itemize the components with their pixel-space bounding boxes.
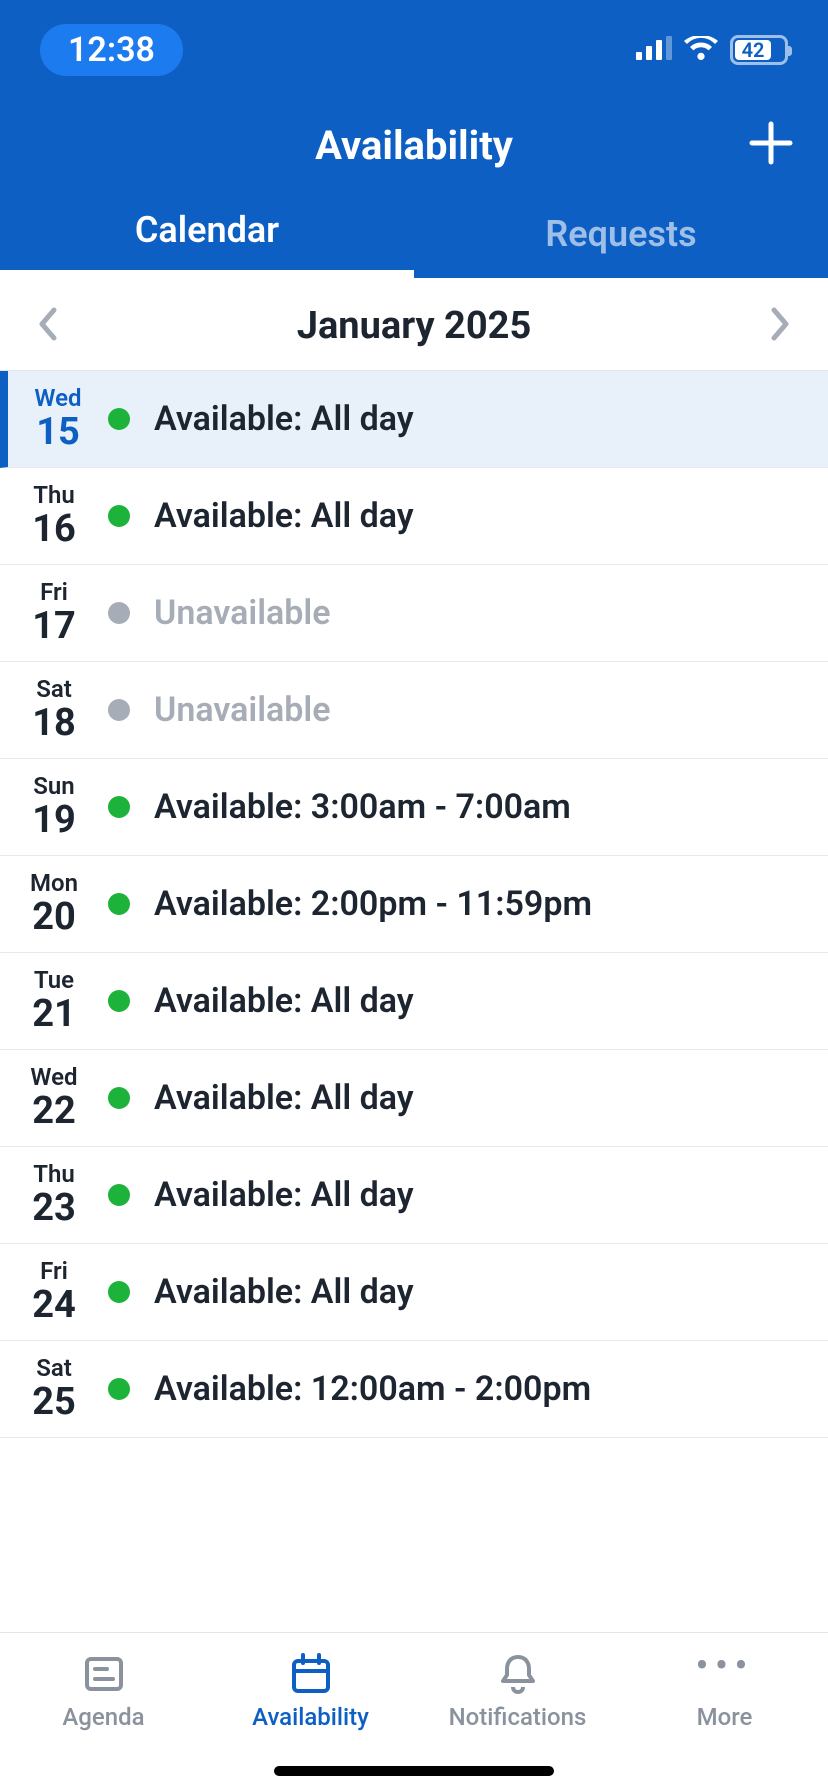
- availability-status: Available: All day: [154, 1078, 414, 1118]
- weekday-label: Mon: [30, 869, 78, 897]
- date-cell: Thu23: [0, 1160, 108, 1230]
- availability-status: Available: 3:00am - 7:00am: [154, 787, 571, 827]
- available-dot-icon: [108, 505, 130, 527]
- day-number: 15: [36, 412, 80, 454]
- availability-status: Available: All day: [154, 496, 414, 536]
- availability-status: Available: 2:00pm - 11:59pm: [154, 884, 592, 924]
- date-cell: Tue21: [0, 966, 108, 1036]
- day-number: 25: [32, 1382, 76, 1424]
- date-cell: Fri24: [0, 1257, 108, 1327]
- nav-agenda-label: Agenda: [62, 1703, 144, 1731]
- day-row[interactable]: Wed15 Available: All day: [0, 371, 828, 468]
- month-navigator: January 2025: [0, 278, 828, 371]
- nav-more-label: More: [697, 1703, 753, 1731]
- battery-level: 42: [735, 40, 771, 60]
- date-cell: Sun19: [0, 772, 108, 842]
- availability-status: Available: 12:00am - 2:00pm: [154, 1369, 591, 1409]
- weekday-label: Thu: [33, 481, 75, 509]
- app-header: Availability Calendar Requests: [0, 100, 828, 278]
- tab-calendar[interactable]: Calendar: [0, 190, 414, 278]
- day-row[interactable]: Thu23 Available: All day: [0, 1147, 828, 1244]
- day-row[interactable]: Sun19 Available: 3:00am - 7:00am: [0, 759, 828, 856]
- nav-agenda[interactable]: Agenda: [0, 1633, 207, 1792]
- day-number: 22: [32, 1091, 76, 1133]
- date-cell: Sat18: [0, 675, 108, 745]
- day-row[interactable]: Thu16 Available: All day: [0, 468, 828, 565]
- weekday-label: Fri: [40, 578, 68, 606]
- add-button[interactable]: [748, 120, 794, 170]
- next-month-button[interactable]: [766, 304, 794, 348]
- tab-bar: Calendar Requests: [0, 190, 828, 278]
- weekday-label: Sat: [36, 1354, 72, 1382]
- day-number: 18: [32, 703, 76, 745]
- day-number: 20: [32, 897, 76, 939]
- available-dot-icon: [108, 990, 130, 1012]
- bell-icon: [495, 1651, 541, 1697]
- day-row[interactable]: Sat18 Unavailable: [0, 662, 828, 759]
- weekday-label: Tue: [34, 966, 74, 994]
- day-row[interactable]: Fri17 Unavailable: [0, 565, 828, 662]
- wifi-icon: [684, 36, 718, 64]
- available-dot-icon: [108, 408, 130, 430]
- more-icon: •••: [695, 1651, 754, 1697]
- day-row[interactable]: Sat25 Available: 12:00am - 2:00pm: [0, 1341, 828, 1438]
- date-cell: Wed15: [8, 384, 108, 454]
- unavailable-dot-icon: [108, 602, 130, 624]
- chevron-right-icon: [766, 304, 794, 344]
- date-cell: Wed22: [0, 1063, 108, 1133]
- availability-list: Wed15Available: All dayThu16Available: A…: [0, 371, 828, 1438]
- day-number: 24: [32, 1285, 76, 1327]
- weekday-label: Wed: [34, 384, 81, 412]
- nav-more[interactable]: ••• More: [621, 1633, 828, 1792]
- weekday-label: Sat: [36, 675, 72, 703]
- day-number: 19: [32, 800, 76, 842]
- available-dot-icon: [108, 893, 130, 915]
- nav-availability-label: Availability: [252, 1703, 369, 1731]
- weekday-label: Thu: [33, 1160, 75, 1188]
- availability-status: Available: All day: [154, 981, 414, 1021]
- availability-status: Unavailable: [154, 690, 331, 730]
- cellular-signal-icon: [636, 36, 672, 64]
- day-row[interactable]: Fri24 Available: All day: [0, 1244, 828, 1341]
- home-indicator: [274, 1766, 554, 1776]
- weekday-label: Fri: [40, 1257, 68, 1285]
- date-cell: Sat25: [0, 1354, 108, 1424]
- status-time: 12:38: [40, 24, 183, 76]
- day-number: 17: [32, 606, 76, 648]
- available-dot-icon: [108, 1184, 130, 1206]
- available-dot-icon: [108, 1378, 130, 1400]
- availability-status: Available: All day: [154, 1272, 414, 1312]
- day-row[interactable]: Mon20 Available: 2:00pm - 11:59pm: [0, 856, 828, 953]
- prev-month-button[interactable]: [34, 304, 62, 348]
- chevron-left-icon: [34, 304, 62, 344]
- day-number: 23: [32, 1188, 76, 1230]
- available-dot-icon: [108, 1281, 130, 1303]
- day-row[interactable]: Tue21 Available: All day: [0, 953, 828, 1050]
- availability-status: Available: All day: [154, 399, 414, 439]
- weekday-label: Wed: [30, 1063, 77, 1091]
- available-dot-icon: [108, 796, 130, 818]
- plus-icon: [748, 120, 794, 166]
- agenda-icon: [81, 1651, 127, 1697]
- nav-notifications-label: Notifications: [449, 1703, 587, 1731]
- date-cell: Fri17: [0, 578, 108, 648]
- tab-requests[interactable]: Requests: [414, 190, 828, 278]
- day-number: 21: [32, 994, 76, 1036]
- day-number: 16: [32, 509, 76, 551]
- unavailable-dot-icon: [108, 699, 130, 721]
- status-bar: 12:38 42: [0, 0, 828, 100]
- date-cell: Thu16: [0, 481, 108, 551]
- day-row[interactable]: Wed22 Available: All day: [0, 1050, 828, 1147]
- month-label: January 2025: [297, 304, 532, 348]
- availability-status: Unavailable: [154, 593, 331, 633]
- title-row: Availability: [0, 100, 828, 190]
- calendar-icon: [288, 1651, 334, 1697]
- battery-icon: 42: [730, 35, 788, 65]
- date-cell: Mon20: [0, 869, 108, 939]
- available-dot-icon: [108, 1087, 130, 1109]
- availability-status: Available: All day: [154, 1175, 414, 1215]
- weekday-label: Sun: [33, 772, 74, 800]
- page-title: Availability: [315, 122, 513, 169]
- status-icons: 42: [636, 35, 788, 65]
